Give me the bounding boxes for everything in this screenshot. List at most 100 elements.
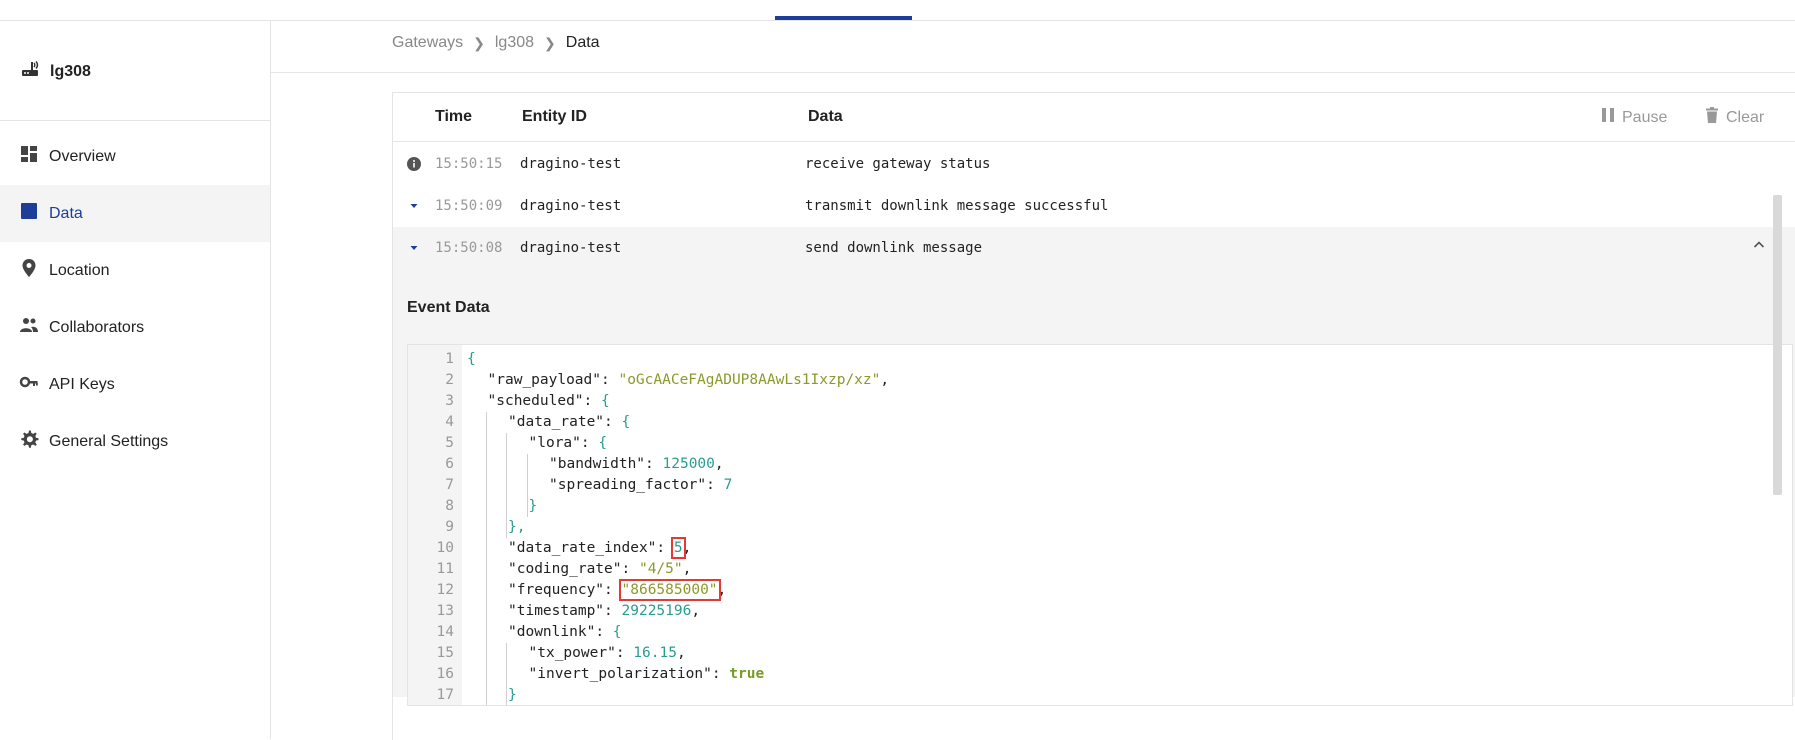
- code-line: 8}: [408, 496, 1792, 517]
- line-number: 17: [436, 687, 454, 703]
- pause-button[interactable]: Pause: [1599, 106, 1667, 129]
- code-punct: ,: [880, 372, 890, 388]
- json-key: "data_rate": [508, 414, 605, 430]
- line-number: 11: [436, 561, 454, 577]
- line-number: 7: [445, 477, 454, 493]
- row-entity-id: dragino-test: [520, 156, 622, 172]
- code-line: 14 "downlink": {: [408, 622, 1792, 643]
- line-number: 14: [436, 624, 454, 640]
- code-content: "lora": {: [528, 435, 608, 451]
- code-punct: ,: [717, 582, 727, 598]
- json-value: 29225196: [621, 603, 692, 619]
- json-value: {: [621, 414, 631, 430]
- code-content: "spreading_factor": 7: [549, 477, 733, 493]
- line-number: 16: [436, 666, 454, 682]
- line-number: 9: [445, 519, 454, 535]
- indent-guide: [506, 643, 507, 705]
- line-number: 10: [436, 540, 454, 556]
- code-line: 12 "frequency": "866585000",: [408, 579, 1792, 601]
- code-line: 6 "bandwidth": 125000,: [408, 454, 1792, 475]
- code-punct: }: [528, 498, 538, 514]
- sidebar-item-label: Data: [49, 204, 83, 222]
- code-line: 1{: [408, 349, 1792, 370]
- downlink-arrow-icon: [407, 241, 421, 255]
- header-divider: [271, 72, 1795, 73]
- chevron-up-icon[interactable]: [1751, 237, 1767, 253]
- code-content: "data_rate_index": 5,: [508, 537, 692, 559]
- json-key: "timestamp": [508, 603, 605, 619]
- code-content: "data_rate": {: [508, 414, 631, 430]
- indent-guide: [485, 412, 487, 705]
- clear-button[interactable]: Clear: [1703, 106, 1764, 129]
- gear-icon: [19, 429, 39, 454]
- column-time: Time: [435, 108, 473, 125]
- json-key: "downlink": [508, 624, 596, 640]
- column-entity-id: Entity ID: [522, 108, 587, 125]
- line-number: 1: [445, 351, 454, 367]
- json-key: "frequency": [508, 582, 605, 598]
- sidebar-item-label: Location: [49, 261, 110, 279]
- pause-label: Pause: [1622, 108, 1668, 126]
- json-value: {: [612, 624, 622, 640]
- json-value: true: [729, 666, 765, 682]
- json-key: "spreading_factor": [549, 477, 707, 493]
- highlighted-json-value: "866585000": [618, 579, 721, 601]
- sidebar-item-label: Overview: [49, 147, 116, 165]
- sidebar-item-overview[interactable]: Overview: [0, 128, 270, 185]
- code-punct: },: [508, 519, 526, 535]
- code-punct: }: [508, 687, 517, 703]
- line-number: 2: [445, 372, 454, 388]
- code-punct: ,: [691, 603, 701, 619]
- code-line: 16 "invert_polarization": true: [408, 664, 1792, 685]
- code-line: 7 "spreading_factor": 7: [408, 475, 1792, 496]
- code-content: }: [529, 496, 538, 517]
- table-row-expanded[interactable]: 15:50:08 dragino-test send downlink mess…: [393, 227, 1795, 269]
- table-row[interactable]: 15:50:09 dragino-test transmit downlink …: [393, 185, 1795, 227]
- scrollbar[interactable]: [1773, 195, 1782, 495]
- event-data-title: Event Data: [407, 299, 490, 316]
- line-number: 4: [445, 414, 454, 430]
- code-line: 10 "data_rate_index": 5,: [408, 537, 1792, 559]
- json-value: 16.15: [633, 645, 677, 661]
- json-value: 7: [723, 477, 733, 493]
- indent-guide: [526, 454, 528, 517]
- breadcrumb-gateways[interactable]: Gateways: [392, 34, 463, 52]
- sidebar-item-collaborators[interactable]: Collaborators: [0, 299, 270, 356]
- table-row[interactable]: 15:50:15 dragino-test receive gateway st…: [393, 143, 1795, 185]
- row-data: transmit downlink message successful: [805, 198, 1109, 214]
- breadcrumb-current: Data: [565, 34, 600, 51]
- json-value: "oGcAACeFAgADUP8AAwLs1Ixzp/xz": [618, 372, 881, 388]
- sidebar-item-api-keys[interactable]: API Keys: [0, 356, 270, 413]
- code-content: }: [508, 685, 517, 705]
- sidebar-item-general-settings[interactable]: General Settings: [0, 413, 270, 470]
- line-number: 12: [436, 582, 454, 598]
- breadcrumb-gateway[interactable]: lg308: [495, 34, 534, 52]
- row-time: 15:50:08: [435, 240, 503, 256]
- code-line: 9},: [408, 517, 1792, 538]
- json-key: "bandwidth": [549, 456, 646, 472]
- line-number: 6: [445, 456, 454, 472]
- json-key: "lora": [528, 435, 581, 451]
- highlighted-json-value: 5: [670, 537, 686, 559]
- sidebar-item-data[interactable]: Data: [0, 185, 270, 242]
- people-icon: [19, 315, 39, 340]
- code-punct: ,: [676, 645, 686, 661]
- sidebar-item-location[interactable]: Location: [0, 242, 270, 299]
- code-content: "frequency": "866585000",: [508, 579, 727, 601]
- indent-guide: [506, 433, 507, 538]
- json-value: {: [598, 435, 608, 451]
- data-panel: Time Entity ID Data Pause Clear 15:50:15…: [392, 92, 1795, 740]
- json-key: "tx_power": [528, 645, 616, 661]
- code-content: "bandwidth": 125000,: [549, 456, 724, 472]
- gateway-title: lg308: [20, 59, 91, 84]
- sidebar: lg308 Overview Data Location Collaborato…: [0, 21, 271, 739]
- json-key: "raw_payload": [487, 372, 602, 388]
- code-content: "tx_power": 16.15,: [528, 645, 686, 661]
- code-content: {: [467, 349, 476, 370]
- json-code-viewer[interactable]: 1{2 "raw_payload": "oGcAACeFAgADUP8AAwLs1…: [407, 344, 1793, 706]
- chevron-right-icon: ❯: [544, 34, 556, 51]
- code-line: 15 "tx_power": 16.15,: [408, 643, 1792, 664]
- code-content: "downlink": {: [508, 624, 622, 640]
- json-key: "scheduled": [487, 393, 584, 409]
- chevron-right-icon: ❯: [473, 34, 485, 51]
